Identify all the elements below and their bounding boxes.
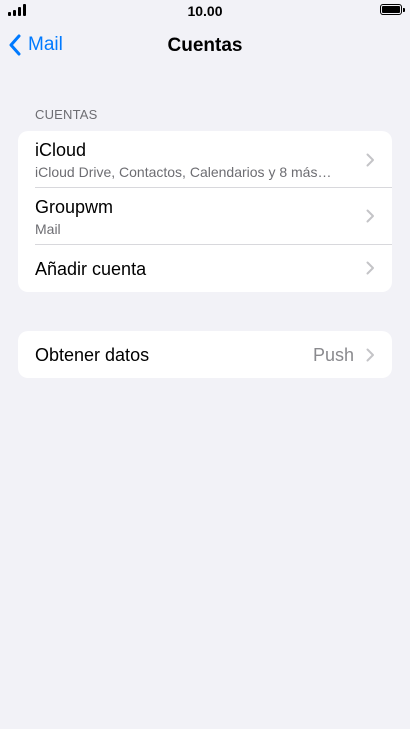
status-bar: 10.00 xyxy=(0,0,410,22)
accounts-list: iCloud iCloud Drive, Contactos, Calendar… xyxy=(18,131,392,292)
chevron-right-icon xyxy=(366,209,374,223)
fetch-data-label: Obtener datos xyxy=(35,345,150,365)
chevron-right-icon xyxy=(366,153,374,167)
section-header-accounts: CUENTAS xyxy=(35,107,98,122)
fetch-data-group: Obtener datos Push xyxy=(18,331,392,378)
fetch-data-row[interactable]: Obtener datos Push xyxy=(18,331,392,378)
page-title: Cuentas xyxy=(167,35,243,56)
chevron-right-icon xyxy=(366,348,374,362)
account-title: iCloud xyxy=(35,140,87,160)
account-row-groupwm[interactable]: Groupwm Mail xyxy=(18,188,392,245)
account-row-icloud[interactable]: iCloud iCloud Drive, Contactos, Calendar… xyxy=(18,131,392,188)
navigation-bar: Mail Cuentas xyxy=(0,30,410,64)
status-time: 10.00 xyxy=(187,3,223,19)
account-title: Groupwm xyxy=(35,197,114,217)
account-subtitle: iCloud Drive, Contactos, Calendarios y 8… xyxy=(35,164,332,180)
fetch-data-value: Push xyxy=(312,345,354,365)
chevron-right-icon xyxy=(366,261,374,275)
add-account-row[interactable]: Añadir cuenta xyxy=(18,245,392,292)
battery-icon xyxy=(380,4,405,15)
add-account-label: Añadir cuenta xyxy=(35,259,147,279)
account-subtitle: Mail xyxy=(35,221,61,237)
